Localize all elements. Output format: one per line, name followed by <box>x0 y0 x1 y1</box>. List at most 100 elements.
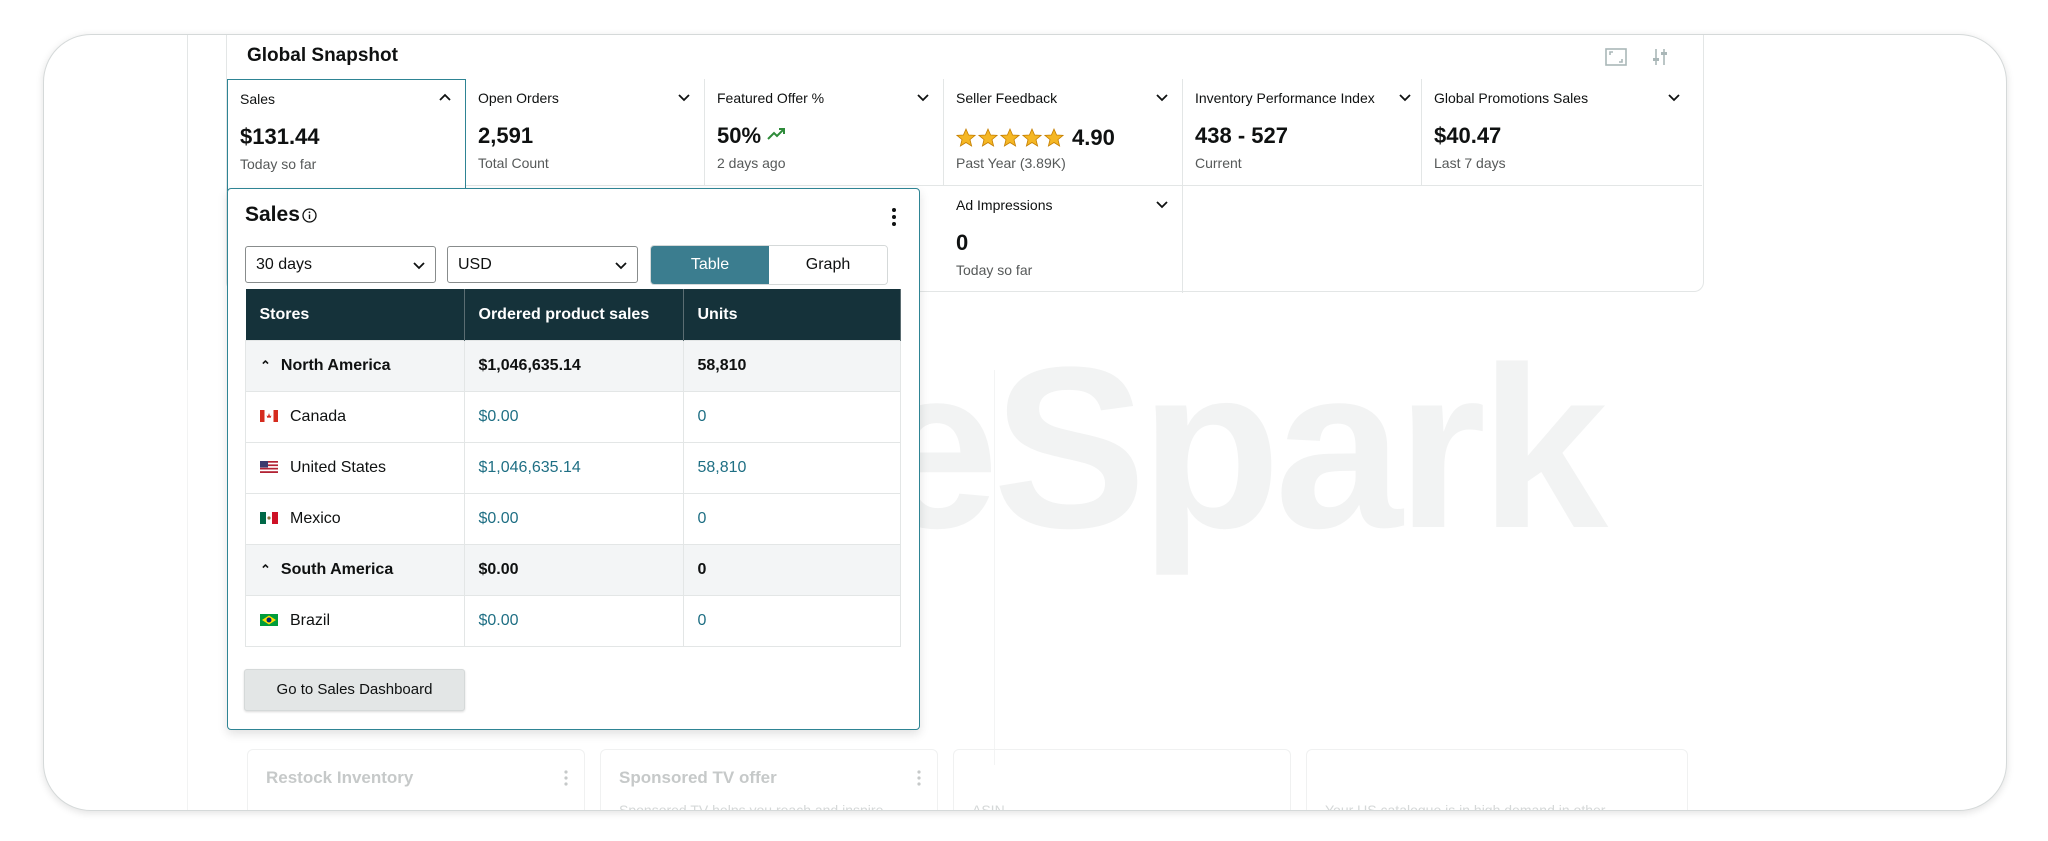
chevron-down-icon[interactable] <box>1399 91 1411 103</box>
country-row-canada: Canada $0.00 0 <box>245 391 901 443</box>
asin-card: ASIN <box>953 749 1291 811</box>
star-icon <box>956 128 976 147</box>
region-row-south-america[interactable]: ⌃ South America $0.00 0 <box>245 544 901 596</box>
table-header-row: Stores Ordered product sales Units <box>245 289 901 341</box>
metric-value: 438 - 527 <box>1195 123 1288 148</box>
metric-label: Global Promotions Sales <box>1434 90 1589 106</box>
column-header: Ordered product sales <box>464 289 684 341</box>
units-cell[interactable]: 0 <box>682 595 901 647</box>
table-view-button[interactable]: Table <box>651 246 769 284</box>
metric-ad-impressions[interactable]: Ad Impressions 0 Today so far <box>944 186 1183 293</box>
chevron-down-icon <box>413 262 425 270</box>
metric-inventory-performance[interactable]: Inventory Performance Index 438 - 527 Cu… <box>1183 79 1422 186</box>
expand-icon[interactable] <box>1605 47 1627 67</box>
store-name: Canada <box>290 408 347 425</box>
view-toggle: Table Graph <box>650 245 888 285</box>
caret-up-icon[interactable]: ⌃ <box>260 562 271 578</box>
card-text: Sponsored TV helps you reach and inspire <box>619 802 884 811</box>
canada-flag-icon <box>260 410 278 422</box>
metric-sub: 2 days ago <box>717 155 786 171</box>
sales-cell: $0.00 <box>463 544 684 596</box>
screenshot-frame: WeSpark Global Snapshot Sales $131.44 To… <box>43 34 2007 811</box>
metric-label: Featured Offer % <box>717 90 825 106</box>
store-cell: Canada <box>245 391 465 443</box>
metric-label: Inventory Performance Index <box>1195 90 1375 106</box>
currency-select[interactable]: USD <box>447 246 638 283</box>
sales-cell: $1,046,635.14 <box>463 340 684 392</box>
store-cell: ⌃ South America <box>245 544 465 596</box>
graph-view-button[interactable]: Graph <box>769 246 887 284</box>
column-header: Stores <box>245 289 465 341</box>
sales-cell[interactable]: $1,046,635.14 <box>463 442 684 494</box>
store-name: North America <box>280 357 391 374</box>
metric-global-promotions[interactable]: Global Promotions Sales $40.47 Last 7 da… <box>1422 79 1702 186</box>
period-select[interactable]: 30 days <box>245 246 436 283</box>
units-cell[interactable]: 58,810 <box>682 442 901 494</box>
units-cell: 58,810 <box>682 340 901 392</box>
star-rating: 4.90 <box>956 125 1115 151</box>
country-row-mexico: Mexico $0.00 0 <box>245 493 901 545</box>
chevron-down-icon[interactable] <box>678 91 690 103</box>
card-text: ASIN <box>972 802 1005 811</box>
sales-cell[interactable]: $0.00 <box>463 493 684 545</box>
chevron-up-icon[interactable] <box>439 92 451 104</box>
chevron-down-icon[interactable] <box>1156 198 1168 210</box>
units-cell[interactable]: 0 <box>682 391 901 443</box>
caret-up-icon[interactable]: ⌃ <box>260 358 271 374</box>
store-cell: Mexico <box>245 493 465 545</box>
store-name: Mexico <box>290 510 341 527</box>
mexico-flag-icon <box>260 512 278 524</box>
kebab-menu-icon[interactable] <box>564 770 568 786</box>
kebab-menu-icon[interactable] <box>917 770 921 786</box>
sales-cell[interactable]: $0.00 <box>463 595 684 647</box>
card-text: Your US catalogue is in high demand in o… <box>1325 802 1606 811</box>
store-name: Brazil <box>290 612 331 629</box>
sidebar-divider-faded <box>187 370 188 810</box>
units-cell[interactable]: 0 <box>682 493 901 545</box>
catalogue-demand-card: Your US catalogue is in high demand in o… <box>1306 749 1688 811</box>
kebab-menu-icon[interactable] <box>891 207 897 227</box>
restock-inventory-card: Restock Inventory <box>247 749 585 810</box>
metric-sub: Past Year (3.89K) <box>956 155 1066 171</box>
metric-label: Seller Feedback <box>956 90 1058 106</box>
chevron-down-icon[interactable] <box>917 91 929 103</box>
metric-value: 0 <box>956 230 969 255</box>
sales-table: Stores Ordered product sales Units ⌃ Nort… <box>245 289 901 647</box>
info-icon[interactable] <box>302 208 317 223</box>
store-name: South America <box>280 561 394 578</box>
star-icon <box>978 128 998 147</box>
store-cell: United States <box>245 442 465 494</box>
sales-popup: Sales 30 days USD Table Graph Stores Ord <box>227 188 920 730</box>
metric-value-text: 50% <box>717 123 762 148</box>
sidebar-divider <box>187 35 188 370</box>
currency-value: USD <box>458 256 492 273</box>
metric-value: $131.44 <box>240 124 320 149</box>
chevron-down-icon[interactable] <box>1668 91 1680 103</box>
star-icon <box>1022 128 1042 147</box>
metric-label: Open Orders <box>478 90 559 106</box>
metric-sub: Current <box>1195 155 1242 171</box>
snapshot-title: Global Snapshot <box>247 45 398 66</box>
region-row-north-america[interactable]: ⌃ North America $1,046,635.14 58,810 <box>245 340 901 392</box>
metric-sub: Today so far <box>956 262 1033 278</box>
metric-value: $40.47 <box>1434 123 1502 148</box>
store-cell: Brazil <box>245 595 465 647</box>
metric-featured-offer[interactable]: Featured Offer % 50% 2 days ago <box>705 79 944 186</box>
star-icon <box>1000 128 1020 147</box>
sales-cell[interactable]: $0.00 <box>463 391 684 443</box>
chevron-down-icon[interactable] <box>1156 91 1168 103</box>
store-cell: ⌃ North America <box>245 340 465 392</box>
go-to-sales-dashboard-button[interactable]: Go to Sales Dashboard <box>244 669 465 711</box>
chevron-down-icon <box>615 262 627 270</box>
metric-sub: Last 7 days <box>1434 155 1506 171</box>
settings-sliders-icon[interactable] <box>1649 47 1671 67</box>
rating-value: 4.90 <box>1072 125 1115 150</box>
period-value: 30 days <box>256 256 313 273</box>
sponsored-tv-card: Sponsored TV offer Sponsored TV helps yo… <box>600 749 938 811</box>
metric-seller-feedback[interactable]: Seller Feedback 4.90 Past Year (3.89K) <box>944 79 1183 186</box>
metric-open-orders[interactable]: Open Orders 2,591 Total Count <box>466 79 705 186</box>
popup-title: Sales <box>245 203 300 226</box>
country-row-brazil: Brazil $0.00 0 <box>245 595 901 647</box>
card-title: Restock Inventory <box>266 768 414 787</box>
metric-sales[interactable]: Sales $131.44 Today so far <box>227 79 466 191</box>
